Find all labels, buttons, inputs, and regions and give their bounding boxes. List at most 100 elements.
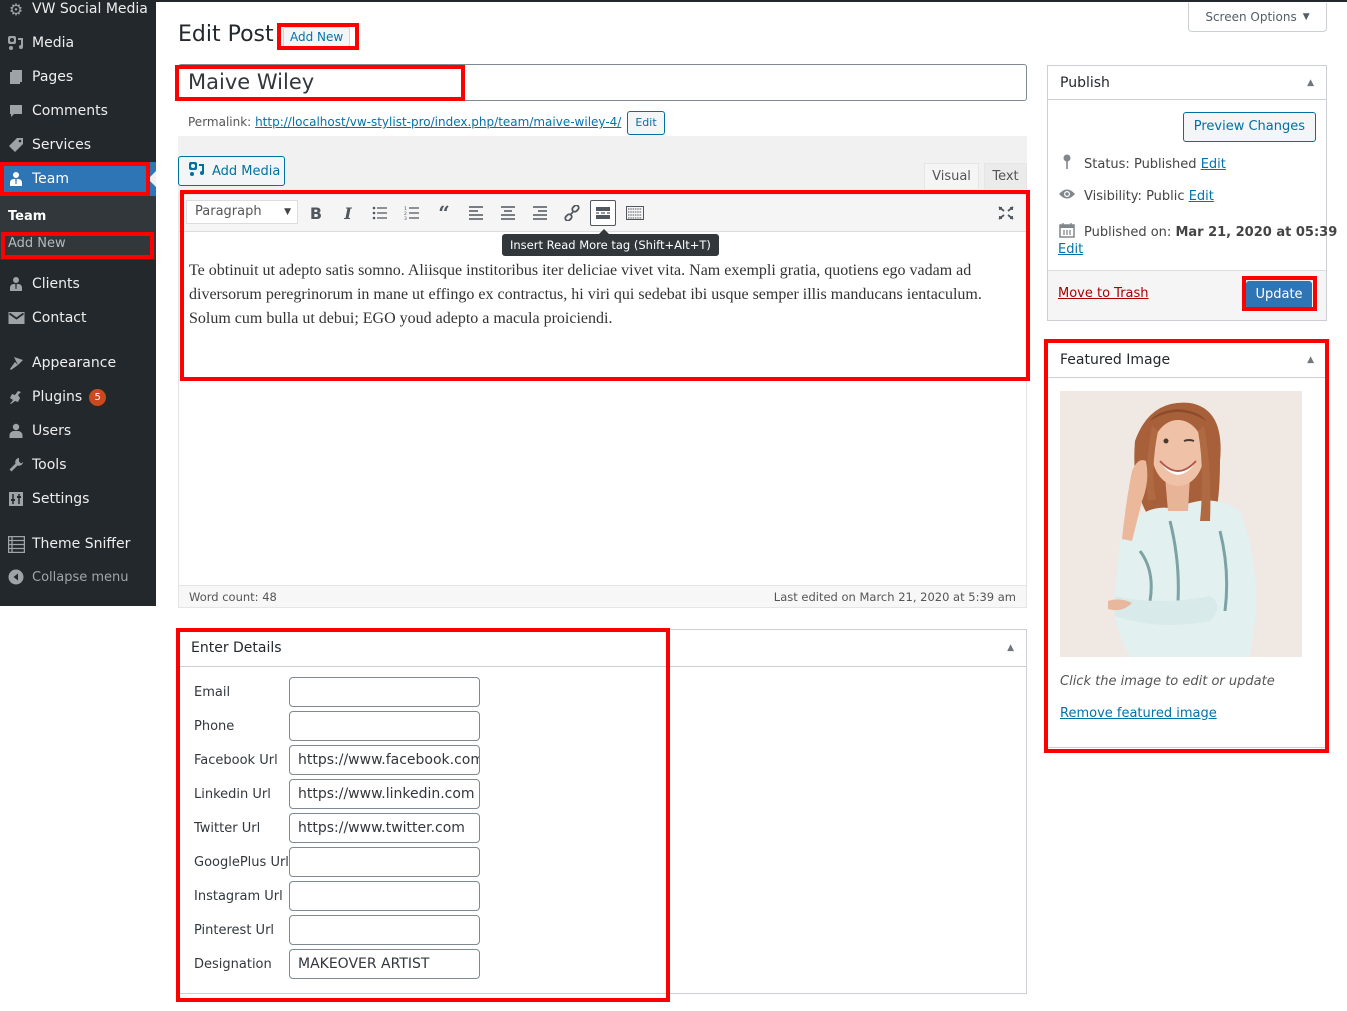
update-button[interactable]: Update bbox=[1246, 281, 1312, 309]
remove-featured-image-link[interactable]: Remove featured image bbox=[1060, 706, 1217, 721]
toolbar-toggle-icon[interactable] bbox=[622, 200, 648, 226]
format-select[interactable]: Paragraph ▼ bbox=[186, 200, 298, 224]
published-edit-link[interactable]: Edit bbox=[1058, 242, 1083, 257]
collapse-arrow-icon[interactable]: ▲ bbox=[1007, 643, 1014, 653]
field-linkedin-url: Linkedin Url https://www.linkedin.com bbox=[194, 779, 494, 809]
media-icon bbox=[0, 35, 32, 51]
submenu-heading[interactable]: Team bbox=[8, 209, 46, 224]
featured-image-thumbnail[interactable] bbox=[1060, 391, 1302, 657]
editor-status-bar: Word count: 48 Last edited on March 21, … bbox=[178, 585, 1027, 608]
sidebar-item-contact[interactable]: Contact bbox=[0, 301, 156, 335]
submenu-add-new[interactable]: Add New bbox=[8, 236, 66, 251]
tag-icon bbox=[0, 137, 32, 153]
wrench-icon bbox=[0, 457, 32, 473]
editor-content[interactable]: Te obtinuit ut adepto satis somno. Aliis… bbox=[189, 259, 999, 331]
email-input[interactable] bbox=[289, 677, 480, 707]
enter-details-title: Enter Details bbox=[191, 640, 282, 656]
sidebar-item-pages[interactable]: Pages bbox=[0, 60, 156, 94]
field-label: Facebook Url bbox=[194, 752, 278, 768]
linkedin-url-input[interactable]: https://www.linkedin.com bbox=[289, 779, 480, 809]
facebook-url-input[interactable]: https://www.facebook.com bbox=[289, 745, 480, 775]
read-more-tooltip: Insert Read More tag (Shift+Alt+T) bbox=[502, 229, 719, 256]
eye-icon bbox=[1058, 188, 1076, 204]
status-edit-link[interactable]: Edit bbox=[1201, 157, 1226, 172]
published-value: Mar 21, 2020 at 05:39 bbox=[1175, 224, 1338, 240]
featured-image-metabox: Featured Image ▲ Click the image to edit… bbox=[1047, 342, 1327, 748]
visibility-edit-link[interactable]: Edit bbox=[1189, 189, 1214, 204]
svg-text:3: 3 bbox=[404, 216, 407, 220]
visibility-label: Visibility: bbox=[1084, 188, 1142, 204]
sidebar-item-media[interactable]: Media bbox=[0, 26, 156, 60]
sidebar-item-users[interactable]: Users bbox=[0, 414, 156, 448]
page-title: Edit Post bbox=[178, 22, 274, 47]
sidebar-item-team[interactable]: Team bbox=[0, 162, 156, 196]
enter-details-metabox: Enter Details ▲ Email Phone Facebook Url… bbox=[178, 629, 1027, 994]
screen-options-label: Screen Options bbox=[1205, 10, 1297, 24]
sidebar-item-theme-sniffer[interactable]: Theme Sniffer bbox=[0, 527, 156, 561]
brush-icon bbox=[0, 355, 32, 371]
status-label: Status: bbox=[1084, 156, 1130, 172]
bullet-list-icon[interactable] bbox=[367, 200, 393, 226]
editor-toolbar: Paragraph ▼ B I 123 “ bbox=[179, 195, 1026, 232]
twitter-url-input[interactable]: https://www.twitter.com bbox=[289, 813, 480, 843]
googleplus-url-input[interactable] bbox=[289, 847, 480, 877]
gear-icon: ⚙ bbox=[8, 0, 24, 19]
move-to-trash-link[interactable]: Move to Trash bbox=[1058, 286, 1149, 301]
collapse-arrow-icon[interactable]: ▲ bbox=[1307, 355, 1314, 365]
sidebar-item-tools[interactable]: Tools bbox=[0, 448, 156, 482]
designation-input[interactable]: MAKEOVER ARTIST bbox=[289, 949, 480, 979]
collapse-icon bbox=[0, 569, 32, 585]
add-media-button[interactable]: Add Media bbox=[178, 156, 285, 186]
bold-icon[interactable]: B bbox=[303, 200, 329, 226]
comments-icon bbox=[0, 103, 32, 119]
align-left-icon[interactable] bbox=[463, 200, 489, 226]
preview-changes-button[interactable]: Preview Changes bbox=[1182, 112, 1316, 142]
align-right-icon[interactable] bbox=[527, 200, 553, 226]
tab-text[interactable]: Text bbox=[984, 163, 1027, 189]
caret-down-icon: ▼ bbox=[1302, 12, 1310, 22]
phone-input[interactable] bbox=[289, 711, 480, 741]
featured-image-caption: Click the image to edit or update bbox=[1060, 674, 1275, 689]
italic-icon[interactable]: I bbox=[335, 200, 361, 226]
list-icon bbox=[0, 535, 32, 553]
tab-visual[interactable]: Visual bbox=[924, 163, 979, 189]
collapse-menu-button[interactable]: Collapse menu bbox=[0, 560, 156, 594]
editor-box: Paragraph ▼ B I 123 “ Insert Read More t… bbox=[178, 194, 1027, 608]
post-editor: Add Media Visual Text Paragraph ▼ B I 12… bbox=[178, 136, 1027, 608]
editor-tools bbox=[178, 136, 1027, 194]
sidebar-item-services[interactable]: Services bbox=[0, 128, 156, 162]
field-label: Instagram Url bbox=[194, 888, 283, 904]
collapse-arrow-icon[interactable]: ▲ bbox=[1307, 78, 1314, 88]
permalink-url[interactable]: http://localhost/vw-stylist-pro/index.ph… bbox=[255, 115, 621, 129]
sidebar-item-appearance[interactable]: Appearance bbox=[0, 346, 156, 380]
blockquote-icon[interactable]: “ bbox=[431, 200, 457, 226]
portrait-image bbox=[1060, 391, 1302, 657]
pinterest-url-input[interactable] bbox=[289, 915, 480, 945]
caret-down-icon: ▼ bbox=[284, 207, 291, 217]
field-pinterest-url: Pinterest Url bbox=[194, 915, 494, 945]
align-center-icon[interactable] bbox=[495, 200, 521, 226]
link-icon[interactable] bbox=[559, 200, 585, 226]
featured-image-header[interactable]: Featured Image ▲ bbox=[1048, 343, 1326, 378]
publish-header[interactable]: Publish ▲ bbox=[1048, 66, 1326, 100]
add-new-button[interactable]: Add New bbox=[283, 27, 351, 47]
enter-details-header[interactable]: Enter Details ▲ bbox=[179, 630, 1026, 667]
field-label: Pinterest Url bbox=[194, 922, 275, 938]
field-label: Linkedin Url bbox=[194, 786, 271, 802]
visibility-value: Public bbox=[1146, 188, 1185, 204]
instagram-url-input[interactable] bbox=[289, 881, 480, 911]
post-title-input[interactable]: Maive Wiley bbox=[178, 64, 1027, 101]
permalink-edit-button[interactable]: Edit bbox=[627, 111, 665, 135]
sidebar-item-settings[interactable]: Settings bbox=[0, 482, 156, 516]
media-icon bbox=[188, 161, 206, 181]
screen-options-button[interactable]: Screen Options ▼ bbox=[1188, 3, 1327, 32]
sidebar-item-clients[interactable]: Clients bbox=[0, 267, 156, 301]
numbered-list-icon[interactable]: 123 bbox=[399, 200, 425, 226]
fullscreen-icon[interactable] bbox=[993, 200, 1019, 226]
read-more-icon[interactable] bbox=[590, 200, 616, 226]
featured-image-title: Featured Image bbox=[1060, 352, 1171, 368]
sidebar-item-comments[interactable]: Comments bbox=[0, 94, 156, 128]
sidebar-item-vw-social-media[interactable]: ⚙ VW Social Media bbox=[0, 0, 156, 26]
sidebar-item-plugins[interactable]: Plugins 5 bbox=[0, 380, 156, 414]
plugins-update-badge: 5 bbox=[89, 388, 107, 406]
